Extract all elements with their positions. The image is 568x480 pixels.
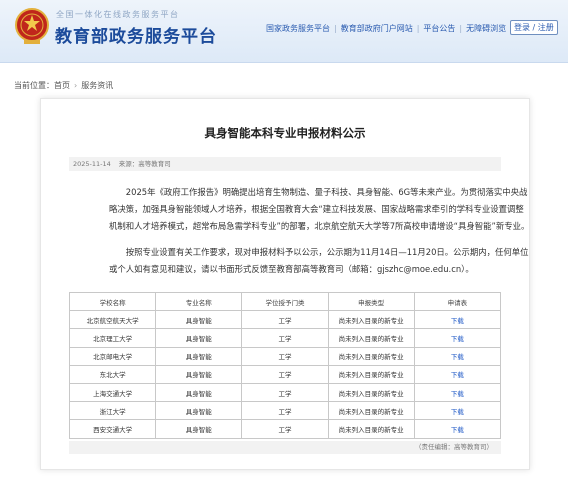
table-cell: 尚未列入目录的新专业 <box>327 328 415 348</box>
table-row: 浙江大学 具身智能 工学 尚未列入目录的新专业 下载 <box>68 401 502 421</box>
table-cell: 尚未列入目录的新专业 <box>327 346 415 366</box>
download-cell: 下载 <box>413 419 502 439</box>
application-table: 学校名称 专业名称 学位授予门类 申报类型 申请表 北京航空航天大学 具身智能 工学… <box>68 291 502 439</box>
col-header-degree: 学位授予门类 <box>241 291 329 312</box>
table-cell: 具身智能 <box>155 310 243 330</box>
table-cell: 北京航空航天大学 <box>68 310 157 330</box>
download-cell: 下载 <box>413 346 502 366</box>
divider: | <box>334 24 337 33</box>
table-cell: 尚未列入目录的新专业 <box>327 382 415 403</box>
breadcrumb: 当前位置：首页 › 服务资讯 <box>14 80 113 91</box>
table-row: 西安交通大学 具身智能 工学 尚未列入目录的新专业 下载 <box>68 419 502 439</box>
download-link[interactable]: 下载 <box>451 317 464 325</box>
login-register-button[interactable]: 登录 / 注册 <box>510 20 558 35</box>
table-cell: 具身智能 <box>155 346 243 366</box>
site-subtitle: 全国一体化在线政务服务平台 <box>56 10 180 19</box>
breadcrumb-separator: › <box>74 81 78 90</box>
table-row: 北京邮电大学 具身智能 工学 尚未列入目录的新专业 下载 <box>68 346 502 366</box>
table-cell: 尚未列入目录的新专业 <box>327 310 415 330</box>
link-platform-announcements[interactable]: 平台公告 <box>423 23 455 34</box>
download-link[interactable]: 下载 <box>451 353 464 361</box>
table-cell: 具身智能 <box>155 401 243 421</box>
article-source: 来源：高等教育司 <box>118 160 171 168</box>
table-cell: 工学 <box>241 382 329 403</box>
download-link[interactable]: 下载 <box>451 390 464 398</box>
table-cell: 尚未列入目录的新专业 <box>327 401 415 421</box>
table-header-row: 学校名称 专业名称 学位授予门类 申报类型 申请表 <box>68 291 502 312</box>
link-moe-portal[interactable]: 教育部政府门户网站 <box>341 23 413 34</box>
responsible-editor: （责任编辑：高等教育司） <box>69 441 501 454</box>
article-card: 具身智能本科专业申报材料公示 2025-11-14 来源：高等教育司 2025年《… <box>40 98 530 470</box>
table-cell: 工学 <box>241 328 329 348</box>
paragraph-line: 略决策，加强具身智能领域人才培养，根据全国教育大会“建立科技发展、国家战略需求牵… <box>109 204 524 214</box>
download-cell: 下载 <box>413 364 502 384</box>
divider: | <box>416 24 420 33</box>
download-link[interactable]: 下载 <box>451 426 464 434</box>
article-meta: 2025-11-14 来源：高等教育司 <box>69 157 501 171</box>
table-cell: 工学 <box>241 364 329 384</box>
table-cell: 东北大学 <box>68 364 157 384</box>
paragraph-line: 或个人如有意见和建议，请以书面形式反馈至教育部高等教育司（邮箱：gjszhc@m… <box>109 264 474 274</box>
article-title: 具身智能本科专业申报材料公示 <box>204 126 366 140</box>
article-paragraph-1: 2025年《政府工作报告》明确提出培育生物制造、量子科技、具身智能、6G等未来产… <box>109 184 530 235</box>
table-row: 东北大学 具身智能 工学 尚未列入目录的新专业 下载 <box>68 364 502 384</box>
table-row: 上海交通大学 具身智能 工学 尚未列入目录的新专业 下载 <box>68 382 502 403</box>
table-cell: 具身智能 <box>155 382 243 403</box>
table-row: 北京理工大学 具身智能 工学 尚未列入目录的新专业 下载 <box>68 328 502 348</box>
link-accessibility[interactable]: 无障碍浏览 <box>466 23 506 34</box>
national-emblem-icon <box>15 8 49 44</box>
table-cell: 尚未列入目录的新专业 <box>327 419 415 439</box>
site-header: 全国一体化在线政务服务平台 教育部政务服务平台 国家政务服务平台 | 教育部政府… <box>0 0 568 63</box>
col-header-type: 申报类型 <box>327 291 415 312</box>
table-cell: 西安交通大学 <box>68 419 157 439</box>
table-cell: 北京理工大学 <box>68 328 157 348</box>
table-cell: 北京邮电大学 <box>68 346 157 366</box>
table-cell: 具身智能 <box>155 328 243 348</box>
download-link[interactable]: 下载 <box>451 408 464 416</box>
breadcrumb-home-link[interactable]: 首页 <box>54 81 70 90</box>
top-links: 国家政务服务平台 | 教育部政府门户网站 | 平台公告 | 无障碍浏览 <box>266 23 506 34</box>
download-cell: 下载 <box>413 310 502 330</box>
breadcrumb-prefix: 当前位置： <box>14 81 54 90</box>
table-cell: 工学 <box>241 310 329 330</box>
paragraph-line: 机制和人才培养模式，超常布局急需学科专业”的部署，北京航空航天大学等7所高校申请… <box>109 221 530 231</box>
paragraph-line: 2025年《政府工作报告》明确提出培育生物制造、量子科技、具身智能、6G等未来产… <box>125 187 528 197</box>
download-link[interactable]: 下载 <box>451 371 464 379</box>
download-cell: 下载 <box>413 401 502 421</box>
table-cell: 上海交通大学 <box>68 382 157 403</box>
col-header-form: 申请表 <box>413 291 502 312</box>
table-cell: 浙江大学 <box>68 401 157 421</box>
download-link[interactable]: 下载 <box>451 335 464 343</box>
paragraph-line: 按照专业设置有关工作要求，现对申报材料予以公示，公示期为11月14日—11月20… <box>125 247 529 257</box>
table-cell: 具身智能 <box>155 364 243 384</box>
table-cell: 工学 <box>241 419 329 439</box>
table-cell: 具身智能 <box>155 419 243 439</box>
download-cell: 下载 <box>413 328 502 348</box>
download-cell: 下载 <box>413 382 502 403</box>
table-cell: 工学 <box>241 346 329 366</box>
table-row: 北京航空航天大学 具身智能 工学 尚未列入目录的新专业 下载 <box>68 310 502 330</box>
breadcrumb-current-link[interactable]: 服务资讯 <box>81 81 113 90</box>
article-date: 2025-11-14 <box>73 160 111 168</box>
link-national-service-platform[interactable]: 国家政务服务平台 <box>266 23 330 34</box>
table-cell: 工学 <box>241 401 329 421</box>
divider: | <box>459 24 463 33</box>
col-header-school: 学校名称 <box>68 291 157 312</box>
table-cell: 尚未列入目录的新专业 <box>327 364 415 384</box>
site-title[interactable]: 教育部政务服务平台 <box>55 22 217 47</box>
col-header-major: 专业名称 <box>155 291 243 312</box>
article-paragraph-2: 按照专业设置有关工作要求，现对申报材料予以公示，公示期为11月14日—11月20… <box>109 244 529 278</box>
